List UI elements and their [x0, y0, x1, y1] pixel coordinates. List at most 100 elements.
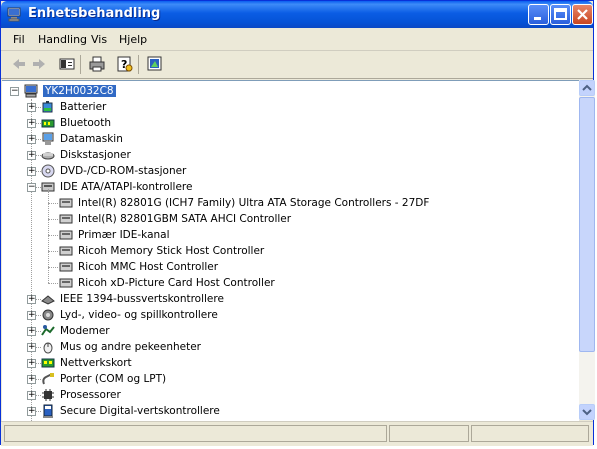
disk-drive-icon — [41, 152, 55, 160]
computer-icon — [42, 132, 54, 145]
tree-item-label: Mus og andre pekeenheter — [60, 341, 202, 353]
sd-host-icon — [43, 404, 53, 418]
toolbar-separator — [138, 55, 139, 74]
close-icon — [577, 9, 588, 20]
tree-item-label: Prosessorer — [60, 389, 121, 401]
print-icon[interactable] — [87, 54, 107, 74]
menu-bar: Fil Handling Vis Hjelp — [1, 29, 593, 51]
tree-item-label: IDE ATA/ATAPI-kontrollere — [60, 181, 193, 193]
ide-channel-icon — [59, 198, 73, 208]
window-title: Enhetsbehandling — [28, 6, 161, 21]
expand-toggle[interactable]: + — [27, 311, 36, 320]
tree-category[interactable]: Porter (COM og LPT) — [40, 371, 166, 387]
tree-device[interactable]: Intel(R) 82801G (ICH7 Family) Ultra ATA … — [58, 195, 429, 211]
maximize-icon — [554, 8, 567, 20]
ide-channel-icon — [59, 246, 73, 256]
tree-item-label: YK2H0032C8 — [43, 85, 116, 97]
menu-file[interactable]: Fil — [13, 33, 25, 46]
menu-action[interactable]: Handling — [38, 33, 87, 46]
forward-arrow-icon[interactable] — [29, 54, 49, 74]
tree-device[interactable]: Ricoh xD-Picture Card Host Controller — [58, 275, 275, 291]
tree-category[interactable]: Prosessorer — [40, 387, 121, 403]
tree-item-label: Secure Digital-vertskontrollere — [60, 405, 220, 417]
tree-category[interactable]: Nettverkskort — [40, 355, 132, 371]
expand-toggle[interactable]: + — [27, 103, 36, 112]
status-pane-2 — [389, 425, 469, 442]
scan-hardware-icon[interactable] — [145, 54, 165, 74]
expand-toggle[interactable]: + — [27, 375, 36, 384]
tree-item-label: Ricoh MMC Host Controller — [78, 261, 219, 273]
menu-help[interactable]: Hjelp — [119, 33, 147, 46]
expand-toggle[interactable]: + — [27, 391, 36, 400]
device-manager-window: Enhetsbehandling Fil Handling Vis Hjelp — [0, 0, 595, 446]
tree-item-label: Ricoh xD-Picture Card Host Controller — [78, 277, 275, 289]
ieee1394-icon — [41, 295, 55, 305]
scroll-thumb[interactable] — [579, 97, 595, 352]
ide-channel-icon — [59, 230, 73, 240]
tree-item-label: Intel(R) 82801G (ICH7 Family) Ultra ATA … — [78, 197, 430, 209]
bluetooth-icon — [41, 119, 55, 128]
collapse-toggle[interactable]: − — [27, 183, 36, 192]
tree-category[interactable]: Secure Digital-vertskontrollere — [40, 403, 220, 419]
device-tree[interactable]: − YK2H0032C8 + Batterier + Bluetooth + Datamask… — [2, 80, 579, 421]
title-bar[interactable]: Enhetsbehandling — [1, 1, 593, 28]
status-bar — [1, 421, 593, 446]
expand-toggle[interactable]: + — [27, 343, 36, 352]
scroll-down-button[interactable] — [579, 404, 595, 420]
tree-root[interactable]: YK2H0032C8 — [23, 83, 116, 99]
ide-channel-icon — [59, 214, 73, 224]
tree-item-label: Ricoh Memory Stick Host Controller — [78, 245, 265, 257]
tree-device[interactable]: Ricoh Memory Stick Host Controller — [58, 243, 264, 259]
tree-item-label: Modemer — [60, 325, 110, 337]
vertical-scrollbar[interactable] — [579, 80, 595, 420]
tree-item-label: Porter (COM og LPT) — [60, 373, 167, 385]
tree-item-label: Nettverkskort — [60, 357, 132, 369]
expand-toggle[interactable]: + — [27, 327, 36, 336]
tree-device[interactable]: Ricoh MMC Host Controller — [58, 259, 218, 275]
collapse-toggle[interactable]: − — [10, 87, 19, 96]
expand-toggle[interactable]: + — [27, 407, 36, 416]
processor-icon — [42, 389, 54, 401]
tree-category[interactable]: IDE ATA/ATAPI-kontrollere — [40, 179, 192, 195]
modem-icon — [41, 325, 55, 336]
tree-category[interactable]: Modemer — [40, 323, 110, 339]
tree-device[interactable]: Primær IDE-kanal — [58, 227, 170, 243]
status-pane-3 — [471, 425, 589, 442]
close-button[interactable] — [572, 4, 593, 25]
minimize-icon — [534, 17, 541, 20]
tree-item-label: Datamaskin — [60, 133, 123, 145]
menu-view[interactable]: Vis — [91, 33, 107, 46]
expand-toggle[interactable]: + — [27, 295, 36, 304]
help-icon[interactable]: ? — [115, 54, 135, 74]
computer-root-icon — [24, 84, 38, 98]
computer-management-icon — [7, 7, 21, 22]
maximize-button[interactable] — [550, 4, 571, 25]
tree-category[interactable]: DVD-/CD-ROM-stasjoner — [40, 163, 186, 179]
tree-item-label: DVD-/CD-ROM-stasjoner — [60, 165, 187, 177]
properties-panel-icon[interactable] — [57, 54, 77, 74]
tree-item-label: Diskstasjoner — [60, 149, 131, 161]
expand-toggle[interactable]: + — [27, 151, 36, 160]
tree-category[interactable]: Batterier — [40, 99, 106, 115]
back-arrow-icon[interactable] — [9, 54, 29, 74]
network-card-icon — [41, 358, 55, 368]
tree-category[interactable]: Mus og andre pekeenheter — [40, 339, 201, 355]
expand-toggle[interactable]: + — [27, 167, 36, 176]
scroll-up-button[interactable] — [579, 80, 595, 96]
tree-category[interactable]: Datamaskin — [40, 131, 123, 147]
tree-category[interactable]: Bluetooth — [40, 115, 111, 131]
tree-category[interactable]: Lyd-, video- og spillkontrollere — [40, 307, 218, 323]
expand-toggle[interactable]: + — [27, 359, 36, 368]
tree-category[interactable]: Diskstasjoner — [40, 147, 131, 163]
expand-toggle[interactable]: + — [27, 119, 36, 128]
expand-toggle[interactable]: + — [27, 135, 36, 144]
chevron-up-icon — [582, 84, 592, 91]
tree-category[interactable]: IEEE 1394-bussvertskontrollere — [40, 291, 224, 307]
dvd-drive-icon — [41, 164, 55, 178]
tree-device[interactable]: Intel(R) 82801GBM SATA AHCI Controller — [58, 211, 291, 227]
tree-item-label: IEEE 1394-bussvertskontrollere — [60, 293, 224, 305]
minimize-button[interactable] — [528, 4, 549, 25]
tree-item-label: Lyd-, video- og spillkontrollere — [60, 309, 218, 321]
tree-connector — [31, 99, 33, 421]
mouse-icon — [43, 342, 53, 354]
